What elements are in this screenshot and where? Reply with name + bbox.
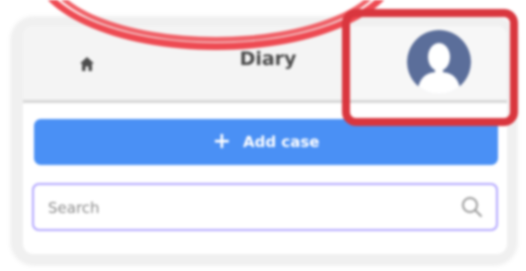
- add-case-label: Add case: [243, 133, 320, 151]
- screen: Diary + Add case: [0, 0, 526, 271]
- search-input[interactable]: [46, 185, 450, 231]
- add-case-button[interactable]: + Add case: [34, 119, 498, 165]
- plus-icon: +: [212, 129, 231, 154]
- search-icon[interactable]: [460, 195, 484, 219]
- search-box: [32, 183, 498, 231]
- profile-avatar[interactable]: [407, 30, 471, 94]
- page-title: Diary: [239, 48, 297, 70]
- home-button[interactable]: [73, 50, 101, 78]
- home-icon: [80, 57, 94, 71]
- avatar-icon: [407, 30, 471, 94]
